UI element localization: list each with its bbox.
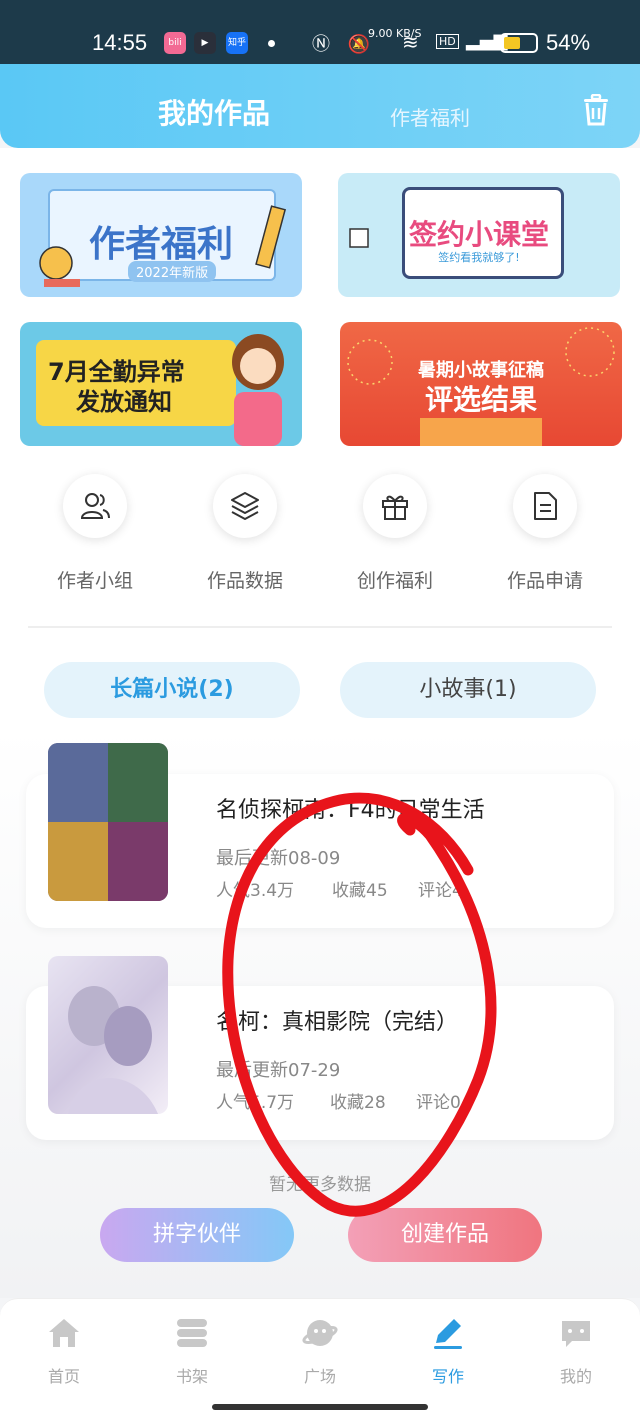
work-popularity: 人气5.7万 [216, 1093, 295, 1113]
layers-icon [231, 492, 259, 520]
work-updated: 最后更新08-09 [216, 848, 341, 869]
cover-panel [48, 743, 108, 822]
feature-label: 作品数据 [206, 570, 283, 592]
feature-label: 创作福利 [356, 570, 433, 592]
nav-label: 首页 [47, 1367, 80, 1386]
work-favorites: 收藏45 [332, 881, 388, 901]
pen-icon [434, 1319, 462, 1349]
feature-creation-welfare[interactable]: 创作福利 [320, 474, 470, 594]
feature-work-application[interactable]: 作品申请 [470, 474, 620, 594]
planet-icon [302, 1320, 338, 1346]
header-bar: 我的作品 作者福利 [0, 64, 640, 148]
battery-icon [500, 33, 538, 53]
chat-icon [562, 1321, 590, 1347]
tab-my-works[interactable]: 我的作品 [158, 92, 270, 132]
clock-icon [39, 246, 80, 287]
banner-subtitle: 签约看我就够了! [438, 251, 520, 264]
cube-icon [349, 228, 369, 248]
work-favorites: 收藏28 [330, 1093, 386, 1113]
feature-icon-circle [63, 474, 127, 538]
cover-panel [108, 743, 168, 822]
banner-attendance-notice[interactable]: 7月全勤异常 发放通知 [20, 322, 302, 446]
fireworks-icon [347, 327, 615, 446]
work-cover-image[interactable] [48, 743, 168, 901]
work-popularity: 人气3.4万 [216, 881, 295, 901]
cover-illustration [68, 986, 158, 1114]
feature-icon-circle [363, 474, 427, 538]
tab-long-novel[interactable]: 长篇小说(2) [44, 662, 300, 718]
app-notification-icon: ▶ [194, 32, 216, 54]
create-work-button[interactable]: 创建作品 [348, 1208, 542, 1262]
nav-home[interactable]: 首页 [0, 1313, 128, 1393]
nav-label: 我的 [559, 1367, 592, 1386]
trash-icon[interactable] [582, 94, 610, 126]
feature-icon-circle [513, 474, 577, 538]
work-comments: 评论4 [418, 881, 463, 901]
home-icon [49, 1319, 79, 1347]
banner-author-welfare[interactable]: 作者福利 2022年新版 [20, 173, 302, 297]
tab-short-story[interactable]: 小故事(1) [340, 662, 596, 718]
hd-icon: HD [436, 34, 459, 49]
bilibili-app-icon: bili [164, 32, 186, 54]
nav-write[interactable]: 写作 [384, 1313, 512, 1393]
banner-signing-class[interactable]: 签约小课堂 签约看我就够了! [338, 173, 620, 297]
work-comments: 评论0 [416, 1093, 461, 1113]
status-bar: 14:55 bili ▶ 知乎 Ⓝ 🔕 9.00 KB/S ≋ HD ▂▄▆ 5… [0, 0, 640, 64]
feature-label: 作者小组 [56, 570, 133, 592]
feature-icon-circle [213, 474, 277, 538]
battery-percent: 54% [546, 30, 591, 55]
nav-square[interactable]: 广场 [256, 1313, 384, 1393]
partner-button[interactable]: 拼字伙伴 [100, 1208, 294, 1262]
users-icon [80, 493, 110, 519]
notification-dot-icon [268, 40, 275, 47]
home-indicator[interactable] [212, 1404, 428, 1410]
nav-label: 书架 [175, 1367, 208, 1386]
banner-subtitle: 2022年新版 [128, 261, 217, 282]
work-updated: 最后更新07-29 [216, 1060, 341, 1081]
girl-illustration-icon [232, 334, 284, 446]
work-title: 名侦探柯南：F4的日常生活 [216, 798, 485, 823]
nav-bookshelf[interactable]: 书架 [128, 1313, 256, 1393]
system-status-icons: Ⓝ 🔕 [312, 34, 377, 55]
section-divider [28, 626, 612, 628]
cover-panel [48, 822, 108, 901]
no-more-data: 暂无更多数据 [269, 1175, 371, 1195]
feature-label: 作品申请 [506, 570, 583, 592]
bookshelf-icon [177, 1319, 207, 1347]
feature-author-group[interactable]: 作者小组 [20, 474, 170, 594]
pencil-icon [255, 205, 287, 269]
banner-title: 签约小课堂 [408, 218, 549, 251]
banner-summer-story-results[interactable]: 暑期小故事征稿 评选结果 [340, 322, 622, 446]
document-icon [534, 492, 557, 520]
nav-mine[interactable]: 我的 [512, 1313, 640, 1393]
cover-panel [108, 822, 168, 901]
feature-work-data[interactable]: 作品数据 [170, 474, 320, 594]
gift-icon [382, 495, 408, 520]
nav-label: 广场 [303, 1367, 336, 1386]
zhihu-app-icon: 知乎 [226, 32, 248, 54]
banner-title-line2: 发放通知 [76, 388, 172, 416]
tab-author-welfare[interactable]: 作者福利 [390, 102, 470, 131]
work-title: 名柯：真相影院（完结） [216, 1010, 459, 1035]
status-time: 14:55 [92, 30, 148, 55]
nav-label: 写作 [431, 1367, 464, 1386]
work-cover-image[interactable] [48, 956, 168, 1114]
wifi-icon: ≋ [402, 30, 419, 54]
